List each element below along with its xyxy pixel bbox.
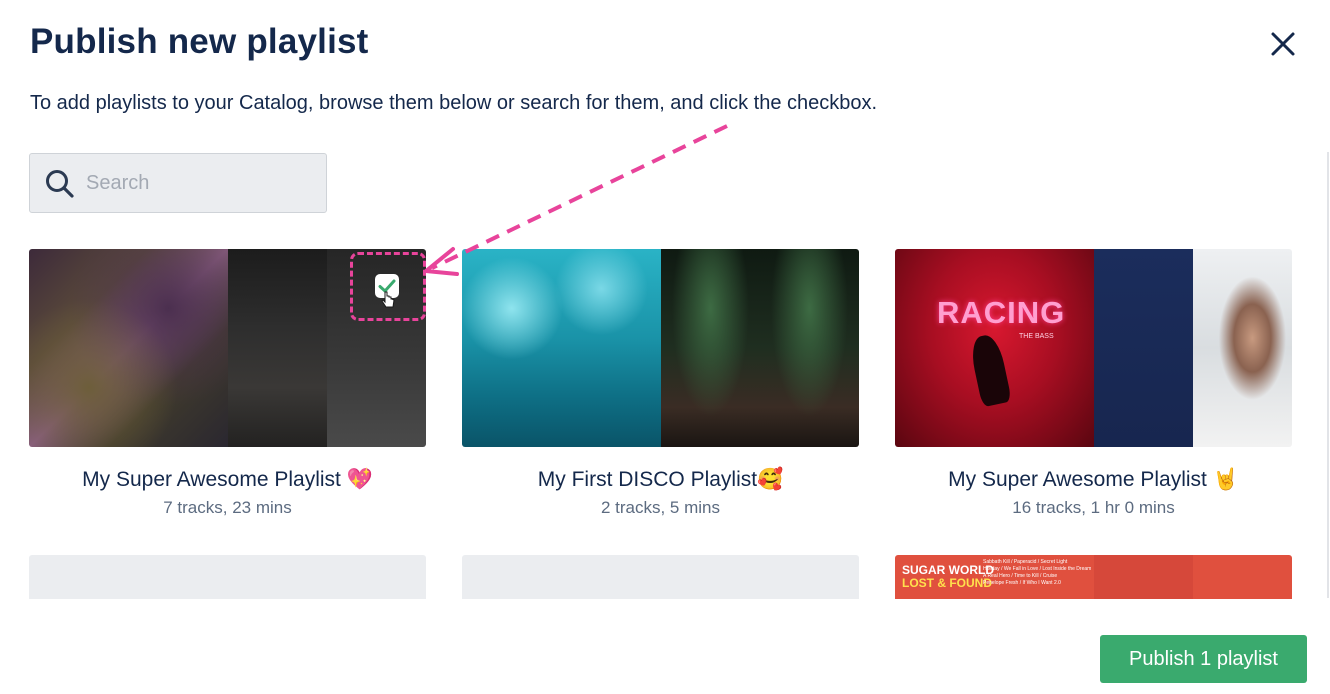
search-icon [46, 170, 74, 198]
cover-art-tracklist: Sabbath Kill / Paperacid / Secret Light … [983, 559, 1091, 586]
cover-art-text: RACING [937, 295, 1066, 330]
playlist-title: My Super Awesome Playlist 🤘 [948, 468, 1239, 491]
cover-art-subtext: THE BASS [1019, 333, 1054, 340]
search-box[interactable] [29, 153, 327, 213]
cover-art-title: LOST & FOUND [902, 576, 992, 590]
playlist-card-placeholder[interactable] [29, 555, 426, 599]
playlist-card[interactable]: My First DISCO Playlist🥰 2 tracks, 5 min… [462, 249, 859, 518]
playlist-card[interactable]: RACING THE BASS My Super Awesome Playlis… [895, 249, 1292, 518]
playlist-cover: RACING THE BASS [895, 249, 1292, 447]
playlist-meta: 7 tracks, 23 mins [163, 498, 292, 517]
search-input[interactable] [86, 154, 322, 212]
playlist-cover [462, 249, 859, 447]
cover-art-figure [968, 332, 1012, 408]
publish-button[interactable]: Publish 1 playlist [1100, 635, 1307, 683]
playlist-meta: 16 tracks, 1 hr 0 mins [1012, 498, 1175, 517]
playlist-title: My First DISCO Playlist🥰 [537, 468, 784, 491]
page-title: Publish new playlist [30, 22, 369, 61]
instructions-text: To add playlists to your Catalog, browse… [30, 92, 878, 114]
playlist-meta: 2 tracks, 5 mins [600, 498, 721, 517]
playlist-cover[interactable]: SUGAR WORLD LOST & FOUND Sabbath Kill / … [895, 555, 1292, 599]
playlist-title: My Super Awesome Playlist 💖 [82, 468, 373, 491]
close-icon[interactable] [1266, 27, 1300, 61]
playlist-card-placeholder[interactable] [462, 555, 859, 599]
annotation-highlight-box [350, 252, 426, 321]
scrollbar[interactable] [1327, 152, 1329, 598]
